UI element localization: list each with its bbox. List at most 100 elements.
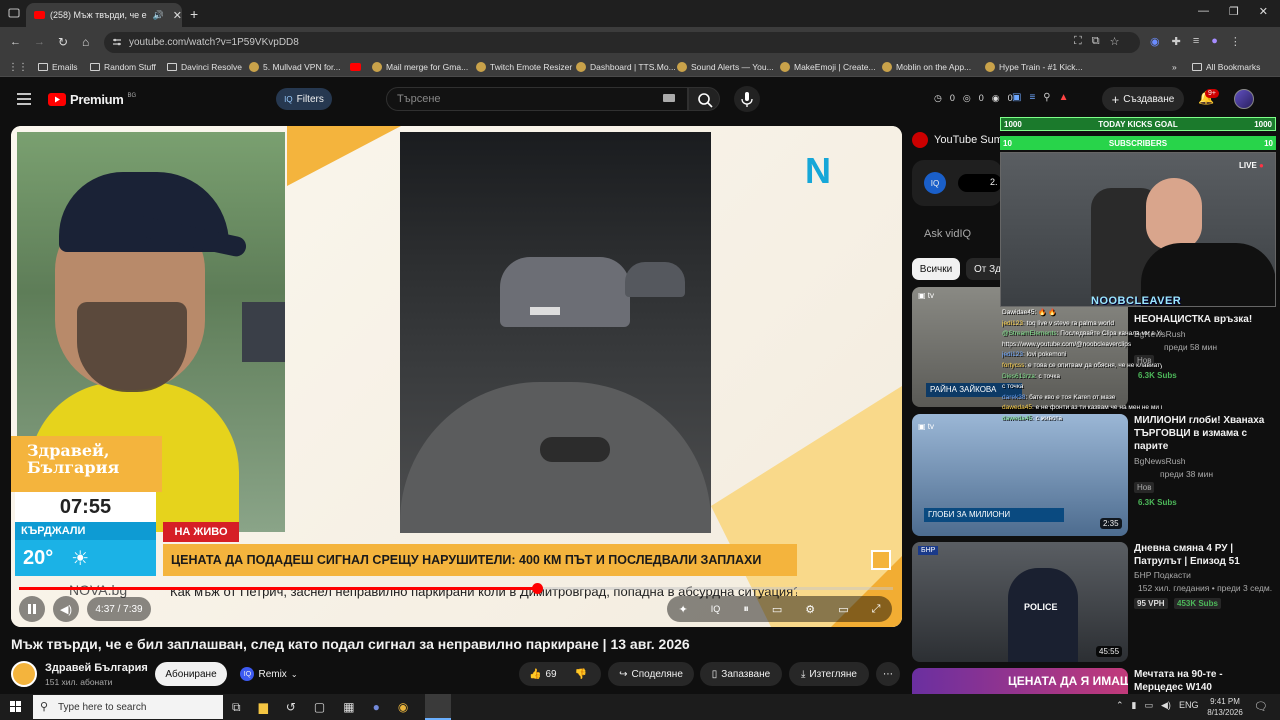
forward-icon[interactable]: →	[34, 36, 45, 48]
progress-bar[interactable]	[19, 587, 893, 590]
app-icon-3[interactable]: ↺	[286, 700, 296, 715]
chat-username: jedi123	[1002, 319, 1023, 327]
notifications-icon[interactable]: 🗨	[1254, 700, 1268, 713]
volume-button[interactable]: ◀)	[53, 596, 79, 622]
translate-icon[interactable]: ⛶	[1074, 35, 1082, 48]
media-icon[interactable]: ≡	[1193, 35, 1199, 48]
thumbnail-3[interactable]: БНР POLICE 45:55	[912, 542, 1128, 662]
summary-header[interactable]: YouTube Sum	[912, 128, 1007, 152]
start-icon[interactable]	[10, 701, 22, 713]
remix-button[interactable]: IQ Remix ⌄	[234, 662, 304, 686]
youtube-logo[interactable]: Premium BG	[48, 92, 136, 107]
back-icon[interactable]: ←	[10, 36, 21, 48]
more-actions-button[interactable]: ⋯	[876, 662, 900, 686]
btv-logo: ▣ tv	[918, 291, 935, 300]
thumbnail-4[interactable]: ЦЕНАТА ДА Я ИМАШ	[912, 668, 1128, 694]
bookmark-item[interactable]: Sound Alerts — You...	[677, 57, 774, 77]
clock-icon: ◷	[934, 93, 942, 103]
mic-icon[interactable]: ▮	[1132, 700, 1137, 711]
video-title-4[interactable]: Мечтата на 90-те - Мерцедес W140	[1134, 668, 1274, 694]
language-indicator[interactable]: ENG	[1179, 700, 1199, 711]
vidiq-player-icon[interactable]: IQ	[711, 604, 721, 614]
site-info-icon[interactable]	[112, 37, 122, 47]
taskbar-search[interactable]: ⚲ Type here to search	[33, 695, 223, 719]
keyboard-icon[interactable]	[663, 94, 675, 102]
tray-chevron-icon[interactable]: ⌃	[1116, 700, 1124, 711]
autoplay-icon[interactable]: ⏸	[743, 603, 749, 616]
bookmark-item[interactable]: Davinci Resolve	[167, 57, 242, 77]
install-icon[interactable]: ⧉	[1092, 35, 1100, 48]
minimize-icon[interactable]: —	[1198, 5, 1209, 18]
browser-tab[interactable]: (258) Мъж твърди, че е бил 🔊 ✕	[26, 3, 182, 27]
bookmark-item[interactable]: 5. Mullvad VPN for...	[249, 57, 340, 77]
video-title-3[interactable]: Дневна смяна 4 РУ | Патрулът | Епизод 51	[1134, 542, 1274, 568]
calculator-icon[interactable]: ▦	[343, 700, 354, 715]
list-icon[interactable]: ≡	[1029, 92, 1035, 103]
subtitles-icon[interactable]: ▭	[772, 603, 782, 616]
vidiq-badge-icon[interactable]: ▣	[1012, 92, 1021, 103]
file-explorer-icon[interactable]: ▆	[259, 700, 268, 715]
window-close-icon[interactable]: ✕	[1259, 5, 1268, 18]
bookmark-item[interactable]: Mail merge for Gma...	[372, 57, 468, 77]
thumb-caption-3: POLICE	[1024, 602, 1058, 612]
channel-avatar[interactable]	[11, 661, 37, 687]
create-button[interactable]: + Създаване	[1102, 87, 1184, 111]
channel-name[interactable]: Здравей България	[45, 662, 148, 674]
apps-icon[interactable]: ⋮⋮	[8, 62, 28, 73]
extension-icon[interactable]: ◉	[1150, 35, 1160, 48]
restore-icon[interactable]: ❐	[1229, 5, 1239, 18]
ask-vidiq-input[interactable]: Ask vidIQ	[912, 218, 1002, 250]
bookmark-item[interactable]: MakeEmoji | Create...	[780, 57, 876, 77]
filters-button[interactable]: IQ Filters	[276, 88, 332, 110]
pin-icon[interactable]: ⚲	[1043, 92, 1050, 103]
search-input[interactable]: Търсене	[386, 87, 688, 111]
subscribe-button[interactable]: Абониране	[155, 662, 227, 686]
voice-search-button[interactable]	[734, 86, 760, 112]
puzzle-icon[interactable]: ✚	[1172, 35, 1181, 48]
tab-search-icon[interactable]	[8, 7, 20, 19]
bookmark-item[interactable]: Moblin on the App...	[882, 57, 971, 77]
fullscreen-icon[interactable]: ⤢	[872, 603, 881, 616]
channel-3[interactable]: БНР Подкасти	[1134, 570, 1191, 580]
profile-icon[interactable]: ●	[1211, 35, 1218, 48]
theater-icon[interactable]: ▭	[838, 603, 848, 616]
task-view-icon[interactable]: ⧉	[232, 700, 241, 715]
avatar[interactable]	[1234, 89, 1254, 109]
bookmark-item[interactable]: Dashboard | TTS.Mo...	[576, 57, 676, 77]
menu-icon[interactable]: ⋮	[1230, 35, 1241, 48]
bookmark-item[interactable]: Twitch Emote Resizer	[476, 57, 572, 77]
star-icon[interactable]: ☆	[1110, 35, 1120, 48]
chip-all[interactable]: Всички	[912, 258, 960, 280]
reload-icon[interactable]: ↻	[58, 35, 68, 49]
more-bookmarks-icon[interactable]: »	[1172, 57, 1177, 77]
thumbs-down-icon[interactable]: 👎	[575, 669, 587, 680]
discord-icon[interactable]: ●	[373, 700, 380, 715]
thumbs-up-icon[interactable]: 👍	[529, 669, 541, 680]
like-count[interactable]: 69	[545, 669, 556, 680]
all-bookmarks[interactable]: All Bookmarks	[1192, 57, 1260, 77]
search-button[interactable]	[688, 87, 720, 111]
sparkle-icon[interactable]: ✦	[679, 603, 688, 616]
pause-button[interactable]	[19, 596, 45, 622]
alert-icon[interactable]: ▲	[1059, 92, 1069, 103]
address-bar[interactable]: youtube.com/watch?v=1P59VKvpDD8	[104, 32, 1140, 53]
new-tab-button[interactable]: +	[190, 6, 198, 22]
bookmark-item[interactable]: Random Stuff	[90, 57, 156, 77]
share-button[interactable]: ↪ Споделяне	[608, 662, 694, 686]
bookmark-item[interactable]	[350, 57, 365, 77]
save-button[interactable]: ▯ Запазване	[700, 662, 782, 686]
app-icon-4[interactable]: ▢	[314, 700, 325, 715]
download-button[interactable]: ⤓ Изтегляне	[789, 662, 869, 686]
tab-close-icon[interactable]: ✕	[173, 9, 182, 22]
settings-icon[interactable]: ⚙	[805, 603, 815, 616]
clock[interactable]: 9:41 PM 8/13/2026	[1203, 696, 1247, 718]
home-icon[interactable]: ⌂	[82, 35, 89, 49]
hamburger-icon[interactable]	[17, 93, 31, 105]
bookmark-item[interactable]: Hype Train - #1 Kick...	[985, 57, 1083, 77]
chrome-icon[interactable]: ◉	[398, 700, 408, 715]
audio-icon[interactable]: 🔊	[153, 10, 164, 21]
bookmark-item[interactable]: Emails	[38, 57, 78, 77]
video-player[interactable]: N Здравей, България 07:55 КЪРДЖАЛИ 20° ☀…	[11, 126, 902, 627]
speaker-icon[interactable]: ◀)	[1161, 700, 1171, 711]
network-icon[interactable]: ▭	[1145, 700, 1154, 711]
